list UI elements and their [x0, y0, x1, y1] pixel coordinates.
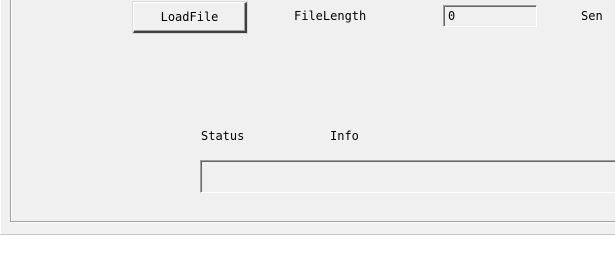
file-length-label: FileLength	[294, 9, 367, 23]
status-label: Status	[201, 129, 245, 143]
file-length-field[interactable]	[443, 5, 537, 27]
info-label: Info	[330, 129, 359, 143]
load-file-button[interactable]: LoadFile	[133, 2, 247, 33]
status-info-field[interactable]	[200, 160, 615, 193]
send-label: Sen	[581, 9, 603, 23]
app-window: LoadFile FileLength Sen Status Info	[0, 0, 615, 265]
group-frame-left-highlight	[11, 0, 12, 221]
dialog-panel	[0, 0, 615, 234]
group-frame-bottom-highlight	[11, 222, 615, 223]
window-bottom-edge	[0, 234, 615, 235]
